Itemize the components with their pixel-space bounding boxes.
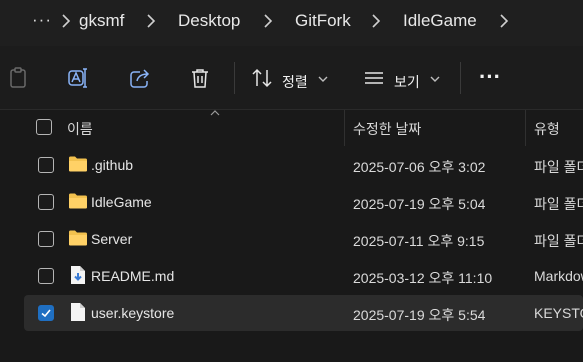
file-name: README.md	[91, 268, 175, 284]
chevron-right-icon[interactable]	[499, 13, 509, 29]
rename-icon[interactable]	[67, 66, 91, 90]
file-icon	[71, 303, 85, 321]
file-name: user.keystore	[91, 305, 175, 321]
file-modified-date: 2025-07-19 오후 5:04	[353, 196, 486, 212]
file-row[interactable]: Server 2025-07-11 오후 9:15 파일 폴더	[24, 221, 583, 257]
chevron-right-icon	[147, 14, 156, 28]
file-modified-date: 2025-07-11 오후 9:15	[353, 233, 485, 249]
toolbar-divider	[234, 62, 235, 94]
markdown-file-icon	[71, 266, 85, 284]
folder-icon	[69, 230, 87, 246]
column-divider[interactable]	[525, 110, 526, 146]
breadcrumb-item-gksmf[interactable]: gksmf	[79, 11, 124, 31]
file-type: KEYSTORE	[534, 305, 583, 321]
row-checkbox[interactable]	[38, 231, 54, 247]
checkmark-icon	[41, 309, 51, 318]
file-row[interactable]: .github 2025-07-06 오후 3:02 파일 폴더	[24, 147, 583, 183]
file-row[interactable]: README.md 2025-03-12 오후 11:10 Markdown	[24, 258, 583, 294]
column-header-type[interactable]: 유형	[534, 119, 560, 139]
column-header-name[interactable]: 이름	[67, 119, 93, 139]
breadcrumb-overflow-button[interactable]: ···	[32, 10, 52, 30]
file-row-selected[interactable]: user.keystore 2025-07-19 오후 5:54 KEYSTOR…	[24, 295, 583, 331]
file-modified-date: 2025-03-12 오후 11:10	[353, 270, 493, 286]
column-divider[interactable]	[344, 110, 345, 146]
chevron-right-icon	[264, 14, 273, 28]
breadcrumb-item-gitfork[interactable]: GitFork	[295, 11, 351, 31]
row-checkbox[interactable]	[38, 194, 54, 210]
file-list: 이름 수정한 날짜 유형 .github 2025-07-06 오후 3:02 …	[0, 110, 583, 362]
row-checkbox-checked[interactable]	[38, 305, 54, 321]
file-row[interactable]: IdleGame 2025-07-19 오후 5:04 파일 폴더	[24, 184, 583, 220]
file-modified-date: 2025-07-19 오후 5:54	[353, 307, 486, 323]
view-icon[interactable]	[362, 66, 386, 90]
breadcrumb-item-idlegame[interactable]: IdleGame	[403, 11, 477, 31]
file-modified-date: 2025-07-06 오후 3:02	[353, 159, 486, 175]
select-all-checkbox[interactable]	[36, 119, 52, 135]
file-type: 파일 폴더	[534, 196, 583, 212]
file-type: 파일 폴더	[534, 233, 583, 249]
sort-icon[interactable]	[250, 66, 274, 90]
file-type: 파일 폴더	[534, 159, 583, 175]
chevron-right-icon	[62, 14, 71, 28]
row-checkbox[interactable]	[38, 157, 54, 173]
delete-icon[interactable]	[188, 66, 212, 90]
column-header-modified[interactable]: 수정한 날짜	[353, 119, 421, 139]
folder-icon	[69, 156, 87, 172]
chevron-down-icon	[318, 76, 328, 82]
paste-icon[interactable]	[6, 66, 30, 90]
chevron-right-icon	[372, 14, 381, 28]
file-name: IdleGame	[91, 194, 152, 210]
file-name: .github	[91, 157, 134, 173]
toolbar-divider	[460, 62, 461, 94]
breadcrumb-item-desktop[interactable]: Desktop	[178, 11, 240, 31]
folder-icon	[69, 193, 87, 209]
sort-ascending-icon	[210, 110, 220, 116]
chevron-down-icon	[430, 76, 440, 82]
row-checkbox[interactable]	[38, 268, 54, 284]
more-options-button[interactable]: ···	[479, 64, 501, 90]
view-button[interactable]: 보기	[394, 72, 420, 92]
column-header-row: 이름 수정한 날짜 유형	[24, 110, 583, 146]
command-toolbar: 정렬 보기 ···	[0, 46, 583, 110]
file-type: Markdown	[534, 268, 583, 284]
share-icon[interactable]	[128, 66, 152, 90]
sort-button[interactable]: 정렬	[282, 72, 308, 92]
address-breadcrumb: ··· gksmf Desktop GitFork IdleGame	[0, 0, 583, 46]
file-name: Server	[91, 231, 133, 247]
